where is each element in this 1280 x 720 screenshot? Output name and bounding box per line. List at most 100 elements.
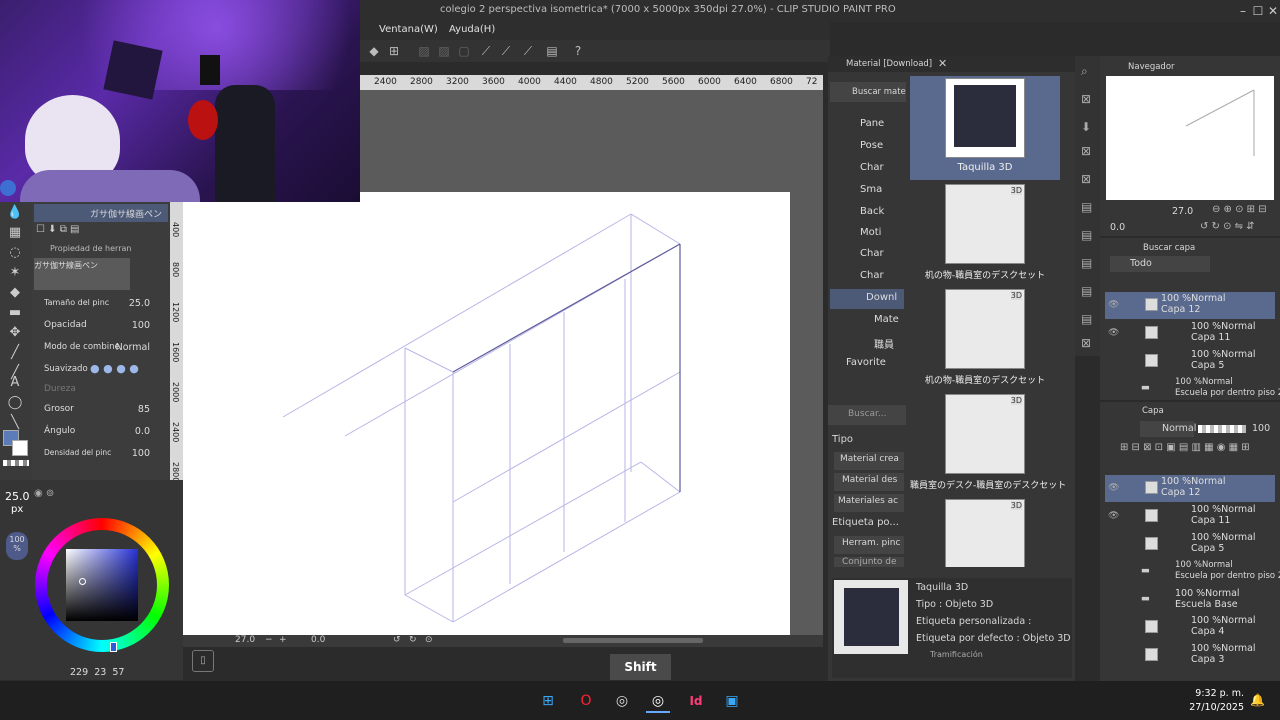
- prop-thickness[interactable]: Grosor 85: [34, 400, 168, 420]
- material-panel-tab[interactable]: Material [Download]: [828, 56, 1075, 72]
- prop-brush-size[interactable]: Tamaño del pinc 25.0: [34, 294, 168, 314]
- horizontal-scrollbar[interactable]: [563, 638, 703, 643]
- notepad-icon[interactable]: ▣: [720, 689, 744, 713]
- tree-item[interactable]: Pose: [860, 140, 883, 160]
- reset-rotation-icon[interactable]: ⊙: [425, 635, 433, 645]
- saturation-value-square[interactable]: [66, 549, 138, 621]
- opera-icon[interactable]: O: [574, 689, 598, 713]
- layer-row[interactable]: 100 %Normal Capa 5: [1105, 348, 1275, 375]
- panel-icon[interactable]: ⊠: [1081, 144, 1091, 158]
- layer-row[interactable]: 100 %Normal Capa 3: [1105, 642, 1275, 669]
- prop-opacity[interactable]: Opacidad 100: [34, 316, 168, 336]
- prop-antialiasing[interactable]: Suavizado ● ● ● ●: [34, 360, 168, 380]
- transform-icon[interactable]: ⊞: [386, 43, 402, 59]
- grid-icon[interactable]: ▦: [4, 224, 26, 242]
- etiqueta-item[interactable]: Herram. pinc: [834, 536, 904, 554]
- eye-icon[interactable]: 👁: [1108, 328, 1119, 338]
- ruler-icon[interactable]: ⟋: [478, 43, 494, 59]
- rotate-right-icon[interactable]: ↻: [409, 635, 417, 645]
- sub-color-swatch[interactable]: [12, 440, 28, 456]
- tree-item-favorites[interactable]: Favorite: [846, 357, 886, 377]
- tree-item-download[interactable]: Downl: [866, 292, 897, 312]
- prop-value[interactable]: 100: [132, 448, 150, 459]
- zoom-controls[interactable]: ⊖ ⊕ ⊙ ⊞ ⊟: [1212, 204, 1267, 215]
- eye-icon[interactable]: 👁: [1108, 483, 1119, 493]
- color-picker-cursor[interactable]: [79, 578, 86, 585]
- material-item[interactable]: 3D: [910, 497, 1060, 567]
- brush-icon[interactable]: ╱: [4, 344, 26, 362]
- panel-icon[interactable]: ▤: [1081, 284, 1092, 298]
- tree-item[interactable]: Sma: [860, 184, 882, 204]
- layer-row[interactable]: 100 %Normal Capa 5: [1105, 531, 1275, 558]
- balloon-icon[interactable]: ◯: [4, 394, 26, 412]
- layer-folder-row[interactable]: ▬ 100 %Normal Escuela Base: [1105, 587, 1275, 614]
- navigator-zoom[interactable]: 27.0: [1172, 206, 1193, 217]
- close-tab-icon[interactable]: ✕: [938, 57, 947, 70]
- prop-value[interactable]: Normal: [116, 342, 150, 353]
- snap-icon[interactable]: ⟋: [520, 43, 536, 59]
- help-icon[interactable]: ?: [570, 43, 586, 59]
- color-panel-icons[interactable]: ◉ ⊚: [34, 488, 54, 499]
- layer-property-icon[interactable]: ▤: [544, 43, 560, 59]
- panel-icon[interactable]: ▤: [1081, 200, 1092, 214]
- tree-item[interactable]: Mate: [874, 314, 899, 334]
- panel-icon[interactable]: ▤: [1081, 256, 1092, 270]
- move-icon[interactable]: ✥: [4, 324, 26, 342]
- maximize-button[interactable]: ☐: [1250, 3, 1266, 19]
- notification-icon[interactable]: 🔔: [1250, 693, 1265, 707]
- antialias-options[interactable]: ● ● ● ●: [90, 362, 139, 375]
- panel-toggle-icon[interactable]: ▯: [192, 650, 214, 672]
- search-icon[interactable]: ⌕: [1081, 64, 1088, 79]
- material-item[interactable]: 3D 机の物-職員室のデスクセット: [910, 182, 1060, 286]
- fill-icon[interactable]: ◆: [366, 43, 382, 59]
- panel-icon[interactable]: ▤: [1081, 228, 1092, 242]
- subtool-icons[interactable]: ☐ ⬇ ⧉ ▤: [36, 224, 79, 235]
- layer-row[interactable]: 👁 100 %Normal Capa 12: [1105, 475, 1275, 502]
- tree-item[interactable]: Char: [860, 270, 884, 290]
- layer-row[interactable]: 👁 100 %Normal Capa 11: [1105, 320, 1275, 347]
- transparent-color-icon[interactable]: [3, 460, 29, 466]
- clear-icon[interactable]: ▨: [416, 43, 432, 59]
- eye-icon[interactable]: 👁: [1108, 300, 1119, 310]
- material-item-selected[interactable]: Taquilla 3D: [910, 76, 1060, 180]
- layer-filter-select[interactable]: Todo: [1110, 256, 1210, 272]
- tree-item[interactable]: Pane: [860, 118, 884, 138]
- material-search-button[interactable]: Buscar materi: [830, 82, 906, 102]
- clip-studio-paint-icon[interactable]: ◎: [646, 689, 670, 713]
- download-icon[interactable]: ⬇: [1081, 120, 1091, 134]
- prop-value[interactable]: 85: [138, 404, 150, 415]
- windows-start-icon[interactable]: ⊞: [536, 689, 560, 713]
- panel-icon[interactable]: ⊠: [1081, 92, 1091, 106]
- canvas-paper[interactable]: [183, 192, 790, 635]
- magic-wand-icon[interactable]: ✶: [4, 264, 26, 282]
- prop-blend-mode[interactable]: Modo de combine Normal: [34, 338, 168, 358]
- etiqueta-item[interactable]: Conjunto de: [834, 557, 904, 567]
- tipo-item[interactable]: Material des: [834, 473, 904, 491]
- crop-icon[interactable]: ▨: [436, 43, 452, 59]
- prop-angle[interactable]: Ángulo 0.0: [34, 422, 168, 442]
- layer-folder-row[interactable]: ▬ 100 %Normal Escuela por dentro piso 2: [1105, 559, 1280, 586]
- dropper-icon[interactable]: 💧: [4, 204, 26, 222]
- zoom-readout[interactable]: 27.0: [235, 635, 255, 645]
- layer-folder-row[interactable]: ▬ 100 %Normal Escuela por dentro piso 2: [1105, 376, 1280, 403]
- tree-item[interactable]: 職員: [874, 336, 894, 356]
- prop-value[interactable]: 25.0: [129, 298, 150, 309]
- rotate-left-icon[interactable]: ↺: [393, 635, 401, 645]
- blend-mode-select[interactable]: Normal: [1140, 421, 1196, 437]
- panel-icon[interactable]: ⊠: [1081, 336, 1091, 350]
- layer-row[interactable]: 👁 100 %Normal Capa 12: [1105, 292, 1275, 319]
- tree-item[interactable]: Char: [860, 162, 884, 182]
- clip-studio-icon[interactable]: ◎: [610, 689, 634, 713]
- menu-ventana[interactable]: Ventana(W): [379, 24, 438, 35]
- text-icon[interactable]: A: [4, 374, 26, 392]
- material-item[interactable]: 3D 机の物-職員室のデスクセット: [910, 287, 1060, 391]
- navigator-preview[interactable]: [1106, 76, 1274, 200]
- close-button[interactable]: ✕: [1265, 3, 1280, 19]
- fill-bucket-icon[interactable]: ◆: [4, 284, 26, 302]
- layer-toolbar[interactable]: ⊞ ⊟ ⊠ ⊡ ▣ ▤ ▥ ▦ ◉ ▦ ⊞: [1120, 442, 1250, 453]
- prop-hardness[interactable]: Dureza: [34, 380, 168, 400]
- search-field[interactable]: Buscar...: [828, 405, 906, 425]
- subtool-selected[interactable]: ガサ伽サ線画ペン: [34, 204, 168, 222]
- tipo-item[interactable]: Material crea: [834, 452, 904, 470]
- selection-icon[interactable]: ▢: [456, 43, 472, 59]
